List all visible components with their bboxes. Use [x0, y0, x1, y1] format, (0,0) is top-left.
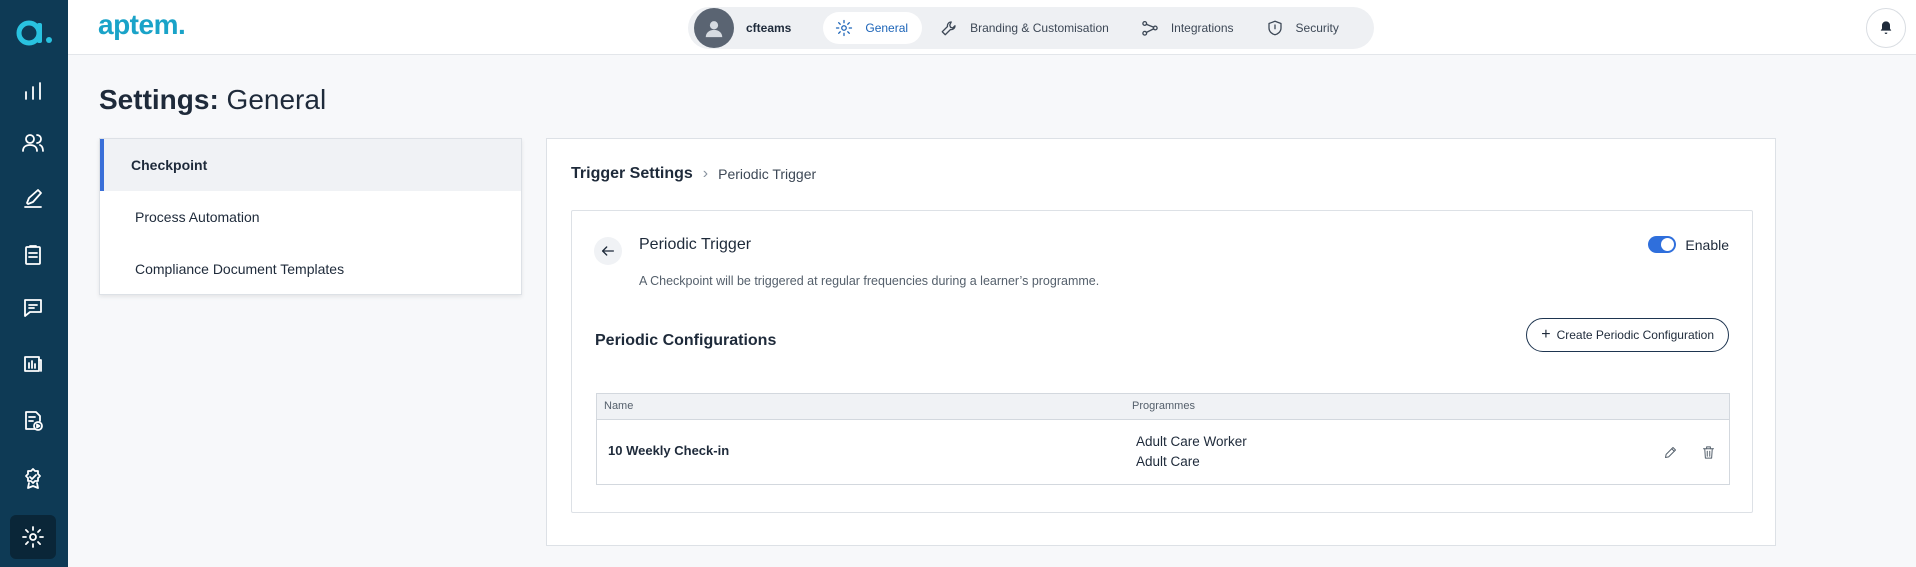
rail-achievements-button[interactable] [10, 456, 56, 500]
award-icon [25, 468, 41, 489]
org-switcher[interactable]: cfteams [694, 8, 791, 48]
gear-icon [836, 19, 853, 37]
configurations-table: Name Programmes 10 Weekly Check-in Adult… [596, 393, 1730, 485]
page-title-bold: Settings: [99, 84, 219, 115]
trash-icon [1702, 445, 1714, 459]
chat-icon [24, 299, 42, 317]
side-item-checkpoint[interactable]: Checkpoint [100, 139, 521, 191]
settings-side-menu: Checkpoint Process Automation Compliance… [99, 138, 522, 295]
share-nodes-icon [1142, 20, 1158, 36]
page-title: Settings: General [99, 84, 326, 116]
trigger-title: Periodic Trigger [639, 236, 752, 253]
enable-toggle[interactable]: Enable [1648, 236, 1729, 253]
tab-security[interactable]: Security [1254, 12, 1353, 44]
back-button[interactable] [594, 237, 622, 265]
table-row[interactable]: 10 Weekly Check-in Adult Care Worker Adu… [597, 420, 1729, 484]
breadcrumb-current: Periodic Trigger [718, 166, 817, 182]
tab-general[interactable]: General [823, 12, 923, 44]
org-name: cfteams [746, 21, 792, 35]
rail-analytics-button[interactable] [10, 69, 56, 113]
periodic-trigger-card: Periodic Trigger A Checkpoint will be tr… [571, 210, 1753, 513]
table-header: Name Programmes [597, 394, 1729, 420]
person-icon [705, 21, 723, 38]
tab-label: Branding & Customisation [970, 21, 1109, 35]
trigger-settings-panel: Trigger Settings › Periodic Trigger Peri… [546, 138, 1776, 546]
side-item-process-automation[interactable]: Process Automation [100, 191, 521, 243]
rail-evidence-button[interactable] [10, 177, 56, 221]
bell-icon [1880, 21, 1892, 34]
aptem-logo[interactable] [14, 14, 54, 50]
column-header-name: Name [604, 400, 634, 412]
report-icon [24, 356, 42, 372]
tab-branding[interactable]: Branding & Customisation [928, 12, 1123, 44]
rail-messages-button[interactable] [10, 286, 56, 330]
pen-icon [24, 189, 42, 208]
breadcrumb: Trigger Settings › Periodic Trigger [571, 165, 816, 183]
breadcrumb-trigger-settings[interactable]: Trigger Settings [571, 165, 693, 183]
edit-button[interactable] [1660, 442, 1680, 462]
left-nav-rail [0, 0, 68, 567]
bar-chart-icon [25, 82, 41, 100]
enable-label: Enable [1685, 236, 1729, 253]
column-header-programmes: Programmes [1132, 400, 1195, 412]
section-title: Periodic Configurations [595, 332, 777, 349]
wrench-icon [941, 21, 956, 36]
create-button-label: Create Periodic Configuration [1556, 328, 1714, 342]
programme-item: Adult Care [1136, 454, 1200, 469]
top-bar: aptem. cfteams General Branding & Custom… [68, 0, 1916, 55]
trigger-description: A Checkpoint will be triggered at regula… [639, 274, 1100, 288]
delete-button[interactable] [1698, 442, 1718, 462]
tab-label: Integrations [1170, 21, 1234, 35]
avatar [694, 8, 734, 48]
rail-settings-button[interactable] [10, 515, 56, 559]
tab-label: Security [1295, 21, 1339, 35]
config-name: 10 Weekly Check-in [608, 443, 730, 458]
rail-users-button[interactable] [10, 121, 56, 165]
users-icon [22, 134, 44, 152]
pencil-icon [1664, 446, 1676, 458]
programme-item: Adult Care Worker [1136, 434, 1247, 449]
config-programmes: Adult Care Worker Adult Care [1136, 432, 1247, 472]
plus-icon: + [1541, 326, 1551, 343]
settings-top-nav: cfteams General Branding & Customisation… [688, 7, 1374, 49]
tab-label: General [865, 21, 909, 35]
chevron-right-icon: › [702, 165, 709, 182]
rail-tasks-button[interactable] [10, 233, 56, 277]
rail-reports-button[interactable] [10, 341, 56, 385]
notifications-button[interactable] [1866, 8, 1906, 48]
create-periodic-configuration-button[interactable]: + Create Periodic Configuration [1526, 318, 1729, 352]
page-title-rest: General [218, 84, 327, 115]
gear-icon [22, 526, 44, 548]
tab-integrations[interactable]: Integrations [1129, 12, 1248, 44]
clipboard-icon [25, 245, 41, 265]
rail-documents-button[interactable] [10, 399, 56, 443]
side-item-compliance-templates[interactable]: Compliance Document Templates [100, 243, 521, 295]
arrow-left-icon [602, 246, 614, 256]
toggle-switch[interactable] [1648, 236, 1677, 253]
shield-icon [1267, 20, 1282, 36]
brand-wordmark[interactable]: aptem. [98, 9, 186, 41]
document-play-icon [25, 411, 43, 431]
